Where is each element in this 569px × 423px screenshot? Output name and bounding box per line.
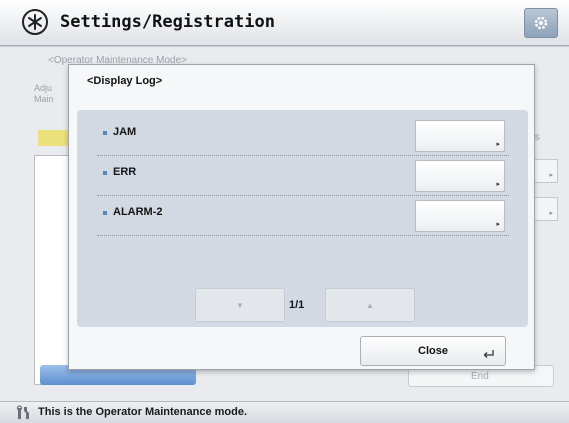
bullet-icon bbox=[103, 211, 107, 215]
dialog-title: <Display Log> bbox=[87, 75, 163, 87]
down-arrow-icon: ▼ bbox=[236, 300, 244, 310]
log-row-err: ERR ▸ bbox=[97, 160, 509, 196]
background-arrow-button-2: ▸ bbox=[532, 197, 558, 221]
log-row-label: ERR bbox=[113, 166, 137, 178]
background-menu-label-line1: Adju bbox=[34, 83, 53, 93]
page-up-button[interactable]: ▲ bbox=[325, 288, 415, 322]
log-list-panel: JAM ▸ ERR ▸ ALARM-2 ▸ ▼ 1/1 ▲ bbox=[77, 110, 528, 327]
display-log-dialog: <Display Log> JAM ▸ ERR ▸ ALARM-2 ▸ ▼ 1/ bbox=[68, 64, 535, 370]
up-arrow-icon: ▲ bbox=[366, 300, 374, 310]
log-row-jam: JAM ▸ bbox=[97, 120, 509, 156]
background-arrow-button-1: ▸ bbox=[532, 159, 558, 183]
background-list bbox=[34, 155, 70, 385]
wrench-icon bbox=[16, 405, 29, 419]
close-button[interactable]: Close bbox=[360, 336, 506, 366]
page-title: Settings/Registration bbox=[60, 12, 275, 32]
status-message: This is the Operator Maintenance mode. bbox=[38, 406, 248, 418]
jam-select-button[interactable]: ▸ bbox=[415, 120, 505, 152]
background-menu-label-line2: Main bbox=[34, 94, 54, 104]
title-bar: Settings/Registration bbox=[0, 0, 569, 46]
bullet-icon bbox=[103, 131, 107, 135]
chevron-right-icon: ▸ bbox=[549, 172, 553, 179]
alarm-2-select-button[interactable]: ▸ bbox=[415, 200, 505, 232]
log-row-alarm-2: ALARM-2 ▸ bbox=[97, 200, 509, 236]
err-select-button[interactable]: ▸ bbox=[415, 160, 505, 192]
chevron-right-icon: ▸ bbox=[496, 221, 500, 228]
gear-button[interactable] bbox=[524, 8, 558, 38]
chevron-right-icon: ▸ bbox=[549, 210, 553, 217]
log-row-label: JAM bbox=[113, 126, 137, 138]
end-button-label: End bbox=[471, 371, 489, 382]
background-menu-label: Adju Main bbox=[34, 83, 54, 105]
page-down-button[interactable]: ▼ bbox=[195, 288, 285, 322]
chevron-right-icon: ▸ bbox=[496, 181, 500, 188]
bullet-icon bbox=[103, 171, 107, 175]
page-indicator: 1/1 bbox=[289, 299, 305, 311]
chevron-right-icon: ▸ bbox=[496, 141, 500, 148]
status-bar: This is the Operator Maintenance mode. bbox=[0, 401, 569, 423]
settings-registration-icon bbox=[22, 9, 48, 35]
gear-icon bbox=[534, 16, 548, 30]
log-row-label: ALARM-2 bbox=[113, 206, 163, 218]
return-arrow-icon bbox=[483, 350, 494, 358]
